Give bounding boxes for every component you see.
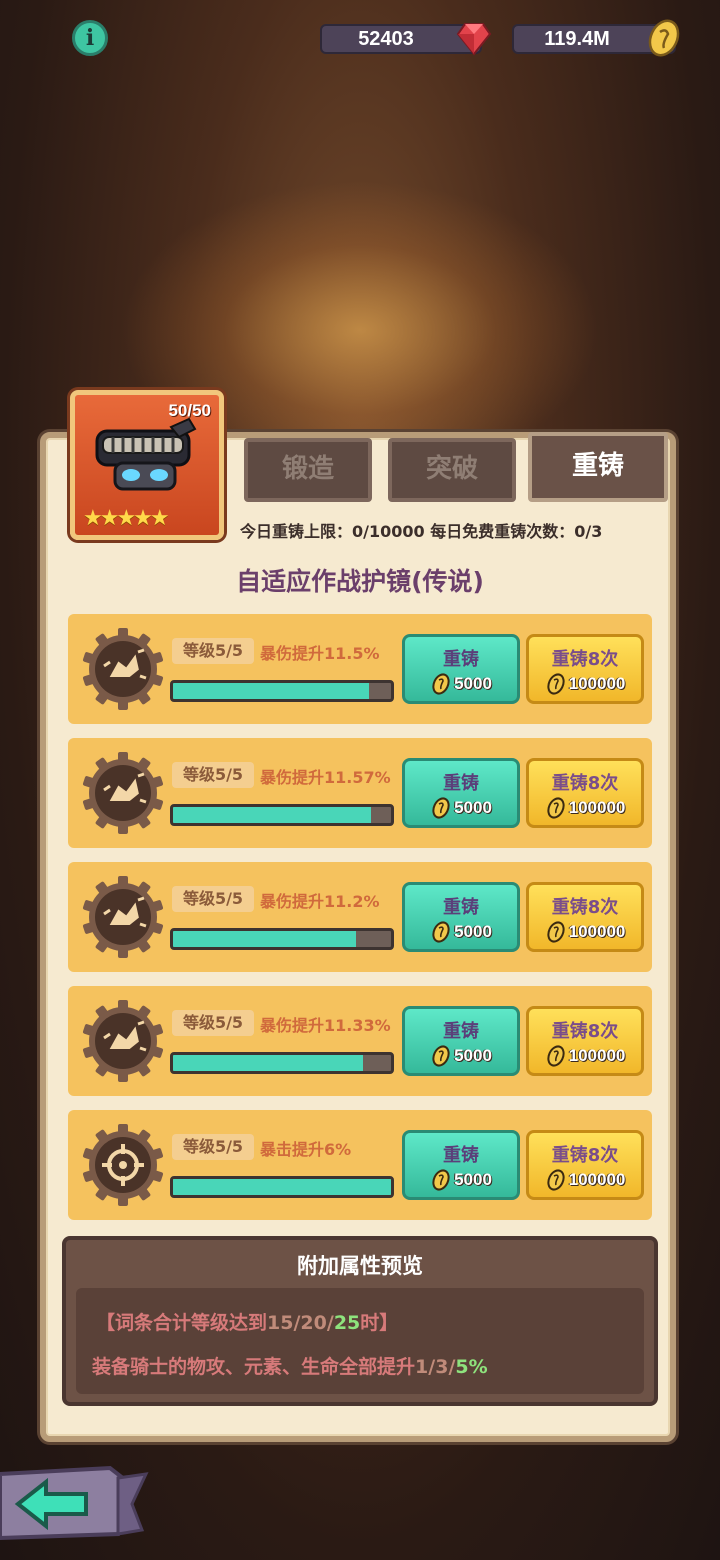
recast-8x-cost: 100000 bbox=[529, 921, 641, 943]
affix-progress-bar bbox=[170, 1176, 394, 1198]
affix-progress-fill bbox=[173, 931, 357, 947]
recast-button[interactable]: 重铸 5000 bbox=[402, 634, 520, 704]
recast-8x-button[interactable]: 重铸8次 100000 bbox=[526, 1130, 644, 1200]
recast-8x-label: 重铸8次 bbox=[551, 1021, 619, 1042]
recast-button[interactable]: 重铸 5000 bbox=[402, 1006, 520, 1076]
recast-label: 重铸 bbox=[443, 1021, 479, 1042]
coin-icon bbox=[432, 673, 450, 695]
affix-progress-bar bbox=[170, 1052, 394, 1074]
affix-level: 等级5/5 bbox=[172, 1010, 254, 1036]
recast-button[interactable]: 重铸 5000 bbox=[402, 882, 520, 952]
tab-forge[interactable]: 锻造 bbox=[244, 438, 372, 502]
recast-cost: 5000 bbox=[405, 673, 517, 695]
recast-label: 重铸 bbox=[443, 649, 479, 670]
affix-level: 等级5/5 bbox=[172, 762, 254, 788]
affix-row: 等级5/5 暴击提升6% 重铸 5000 重铸8次 100000 bbox=[68, 1110, 652, 1220]
affix-level: 等级5/5 bbox=[172, 638, 254, 664]
recast-cost: 5000 bbox=[405, 921, 517, 943]
affix-row: 等级5/5 暴伤提升11.5% 重铸 5000 重铸8次 100000 bbox=[68, 614, 652, 724]
affix-stat: 暴伤提升11.5% bbox=[260, 644, 380, 663]
coin-icon bbox=[432, 1045, 450, 1067]
tab-breakthrough[interactable]: 突破 bbox=[388, 438, 516, 502]
affix-stat: 暴伤提升11.33% bbox=[260, 1016, 391, 1035]
preview-title: 附加属性预览 bbox=[297, 1254, 423, 1278]
coin-icon bbox=[648, 19, 680, 57]
recast-button[interactable]: 重铸 5000 bbox=[402, 758, 520, 828]
recast-8x-cost: 100000 bbox=[529, 1169, 641, 1191]
crit-damage-icon bbox=[82, 876, 164, 958]
affix-stat: 暴击提升6% bbox=[260, 1140, 352, 1159]
affix-progress-fill bbox=[173, 1179, 391, 1195]
affix-row: 等级5/5 暴伤提升11.57% 重铸 5000 重铸8次 100000 bbox=[68, 738, 652, 848]
recast-8x-label: 重铸8次 bbox=[551, 649, 619, 670]
crit-rate-icon bbox=[82, 1124, 164, 1206]
affix-row: 等级5/5 暴伤提升11.2% 重铸 5000 重铸8次 100000 bbox=[68, 862, 652, 972]
back-arrow-icon[interactable] bbox=[0, 1464, 150, 1544]
coin-icon bbox=[432, 1169, 450, 1191]
gem-amount: 52403 bbox=[358, 28, 414, 50]
recast-label: 重铸 bbox=[443, 773, 479, 794]
recast-cost: 5000 bbox=[405, 797, 517, 819]
coin-icon bbox=[547, 1045, 565, 1067]
recast-cost: 5000 bbox=[405, 1169, 517, 1191]
affix-progress-fill bbox=[173, 683, 370, 699]
recast-8x-button[interactable]: 重铸8次 100000 bbox=[526, 882, 644, 952]
gold-counter: 119.4M bbox=[512, 19, 680, 57]
recast-8x-button[interactable]: 重铸8次 100000 bbox=[526, 1006, 644, 1076]
bonus-preview: 附加属性预览 【词条合计等级达到15/20/25时】 装备骑士的物攻、元素、生命… bbox=[62, 1236, 658, 1406]
coin-icon bbox=[547, 921, 565, 943]
affix-progress-bar bbox=[170, 680, 394, 702]
coin-icon bbox=[547, 673, 565, 695]
preview-effect: 装备骑士的物攻、元素、生命全部提升1/3/5% bbox=[92, 1356, 488, 1378]
coin-icon bbox=[432, 797, 450, 819]
recast-limits: 今日重铸上限：0/10000 每日免费重铸次数：0/3 bbox=[240, 522, 603, 541]
affix-stat: 暴伤提升11.2% bbox=[260, 892, 380, 911]
recast-label: 重铸 bbox=[443, 1145, 479, 1166]
recast-8x-button[interactable]: 重铸8次 100000 bbox=[526, 758, 644, 828]
goggles-icon bbox=[95, 417, 197, 491]
gem-icon bbox=[456, 23, 492, 56]
preview-condition: 【词条合计等级达到15/20/25时】 bbox=[96, 1312, 399, 1334]
crit-damage-icon bbox=[82, 1000, 164, 1082]
recast-cost: 5000 bbox=[405, 1045, 517, 1067]
gem-counter: 52403 bbox=[320, 23, 492, 56]
equipment-name: 自适应作战护镜(传说) bbox=[236, 567, 484, 596]
affix-progress-fill bbox=[173, 1055, 363, 1071]
coin-icon bbox=[547, 1169, 565, 1191]
tab-recast[interactable]: 重铸 bbox=[528, 432, 668, 502]
star-rating: ★★★★★ bbox=[83, 506, 170, 531]
coin-icon bbox=[547, 797, 565, 819]
gold-amount: 119.4M bbox=[544, 28, 610, 50]
coin-icon bbox=[432, 921, 450, 943]
recast-8x-cost: 100000 bbox=[529, 1045, 641, 1067]
info-icon[interactable]: i bbox=[72, 20, 108, 56]
recast-8x-label: 重铸8次 bbox=[551, 773, 619, 794]
affix-level: 等级5/5 bbox=[172, 1134, 254, 1160]
recast-button[interactable]: 重铸 5000 bbox=[402, 1130, 520, 1200]
recast-8x-cost: 100000 bbox=[529, 797, 641, 819]
recast-label: 重铸 bbox=[443, 897, 479, 918]
recast-8x-cost: 100000 bbox=[529, 673, 641, 695]
affix-progress-bar bbox=[170, 804, 394, 826]
recast-8x-label: 重铸8次 bbox=[551, 1145, 619, 1166]
affix-progress-bar bbox=[170, 928, 394, 950]
affix-stat: 暴伤提升11.57% bbox=[260, 768, 391, 787]
equipment-card[interactable]: 50/50 ★★★★★ bbox=[70, 390, 224, 540]
affix-level: 等级5/5 bbox=[172, 886, 254, 912]
crit-damage-icon bbox=[82, 628, 164, 710]
affix-progress-fill bbox=[173, 807, 372, 823]
recast-8x-button[interactable]: 重铸8次 100000 bbox=[526, 634, 644, 704]
affix-row: 等级5/5 暴伤提升11.33% 重铸 5000 重铸8次 100000 bbox=[68, 986, 652, 1096]
crit-damage-icon bbox=[82, 752, 164, 834]
recast-8x-label: 重铸8次 bbox=[551, 897, 619, 918]
preview-body: 【词条合计等级达到15/20/25时】 装备骑士的物攻、元素、生命全部提升1/3… bbox=[76, 1288, 644, 1394]
